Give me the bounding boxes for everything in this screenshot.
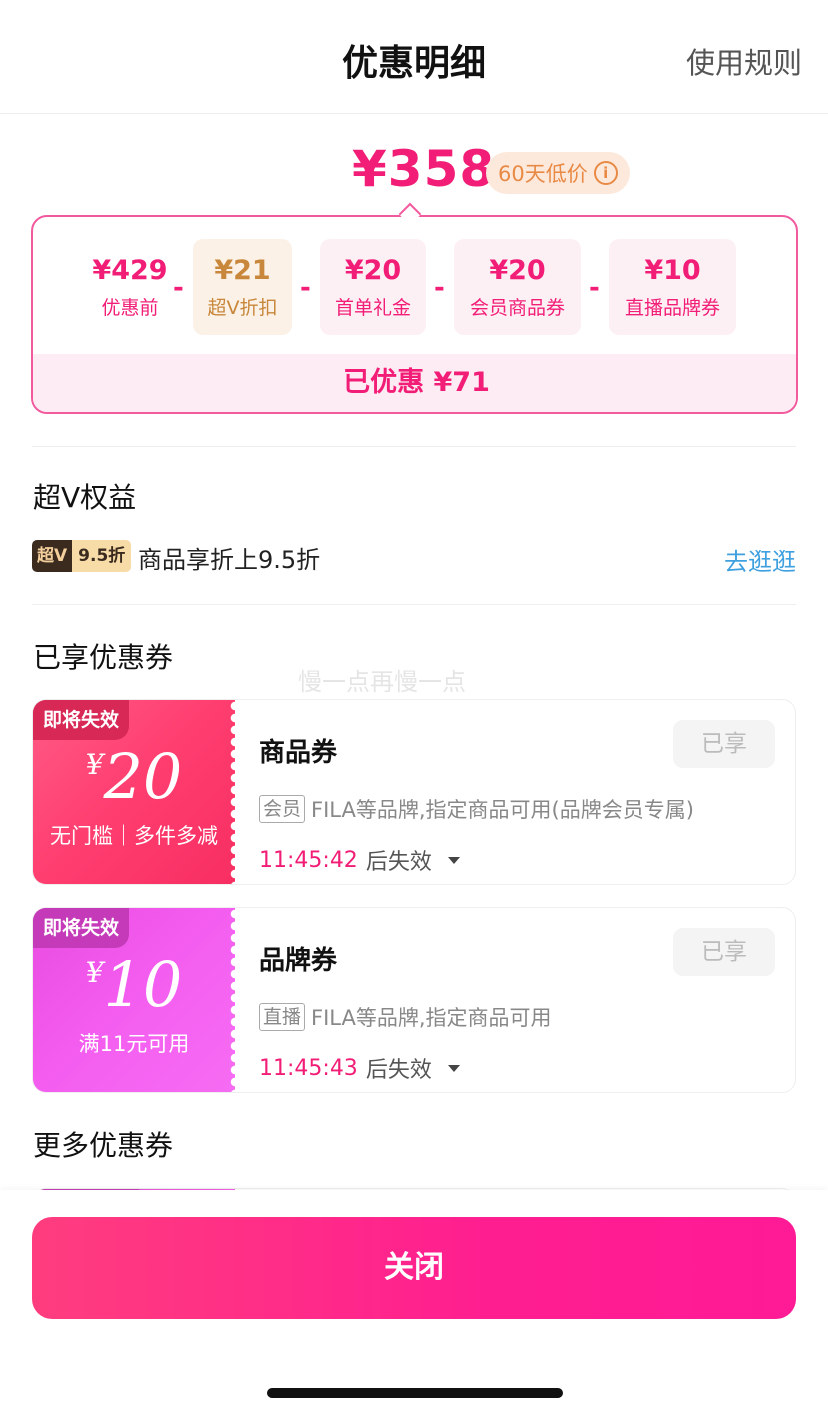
coupon-value: ¥20 <box>33 740 235 813</box>
coupon-condition: 无门槛｜多件多减 <box>50 824 218 848</box>
coupon-value-panel: 即将失效 ¥10 满11元可用 <box>33 908 235 1092</box>
breakdown-label: 超V折扣 <box>207 297 278 319</box>
watermark: 慢一点再慢一点 <box>298 668 466 696</box>
sheet-header: 优惠明细 使用规则 <box>0 0 828 114</box>
coupon-description: 直播 FILA等品牌,指定商品可用 <box>259 1002 552 1032</box>
breakdown-amount: ¥20 <box>489 255 546 286</box>
info-icon[interactable]: i <box>593 161 618 185</box>
browse-link[interactable]: 去逛逛 <box>724 542 796 577</box>
minus-sign: - <box>434 273 445 303</box>
breakdown-amount: ¥21 <box>214 255 271 286</box>
breakdown-label: 直播品牌券 <box>624 297 720 319</box>
coupon-status-button[interactable]: 已享 <box>673 720 775 768</box>
coupon-desc-tag: 会员 <box>259 795 306 823</box>
countdown-time: 11:45:43 <box>259 1055 358 1081</box>
breakdown-items: ¥429 优惠前 - ¥21 超V折扣 - ¥20 首单礼金 - ¥20 会员商… <box>33 239 796 337</box>
coupon-amount: 20 <box>103 740 183 813</box>
coupon-desc-text: FILA等品牌,指定商品可用 <box>311 1006 552 1030</box>
minus-sign: - <box>300 273 311 303</box>
final-price: ¥358 <box>352 140 496 198</box>
coupon-card[interactable]: 即将失效 ¥20 无门槛｜多件多减 商品券 已享 会员 FILA等品牌,指定商品… <box>32 699 796 885</box>
low-price-label: 60天低价 <box>498 162 588 186</box>
coupon-expiry[interactable]: 11:45:42 后失效 <box>259 844 460 876</box>
breakdown-item-first-order: ¥20 首单礼金 <box>320 239 426 335</box>
minus-sign: - <box>173 273 184 303</box>
superv-benefit-text: 商品享折上9.5折 <box>138 546 321 574</box>
superv-badge-left: 超V <box>32 540 73 572</box>
expiring-tag: 即将失效 <box>33 700 130 740</box>
breakdown-item-original: ¥429 优惠前 <box>85 239 175 335</box>
chevron-down-icon[interactable] <box>447 856 460 864</box>
chevron-down-icon[interactable] <box>447 1064 460 1072</box>
breakdown-label: 会员商品券 <box>469 297 565 319</box>
coupon-desc-tag: 直播 <box>259 1003 306 1031</box>
breakdown-amount: ¥20 <box>344 255 402 286</box>
superv-badge-right: 9.5折 <box>72 540 132 572</box>
coupon-status-button[interactable]: 已享 <box>673 928 775 976</box>
total-saved: 已优惠 ¥71 <box>33 354 796 412</box>
coupon-description: 会员 FILA等品牌,指定商品可用(品牌会员专属) <box>259 794 694 824</box>
enjoyed-coupons-title: 已享优惠券 <box>33 641 174 674</box>
low-price-badge[interactable]: 60天低价 i <box>486 152 630 194</box>
coupon-amount: 10 <box>103 948 183 1021</box>
breakdown-item-live-coupon: ¥10 直播品牌券 <box>609 239 736 335</box>
expiry-suffix: 后失效 <box>365 1058 432 1083</box>
breakdown-label: 首单礼金 <box>334 297 411 319</box>
minus-sign: - <box>589 273 600 303</box>
superv-section-title: 超V权益 <box>33 481 137 514</box>
coupon-name: 商品券 <box>259 738 338 768</box>
coupon-value-panel: 即将失效 ¥20 无门槛｜多件多减 <box>33 700 235 884</box>
discount-breakdown: ¥429 优惠前 - ¥21 超V折扣 - ¥20 首单礼金 - ¥20 会员商… <box>31 215 798 414</box>
expiry-suffix: 后失效 <box>365 850 432 875</box>
divider <box>32 604 796 605</box>
divider <box>32 446 796 447</box>
home-indicator[interactable] <box>267 1388 563 1398</box>
coupon-perforation <box>229 908 241 1092</box>
breakdown-label: 优惠前 <box>101 297 159 319</box>
superv-badge: 超V 9.5折 <box>32 540 132 572</box>
breakdown-amount: ¥429 <box>92 255 168 286</box>
coupon-desc-text: FILA等品牌,指定商品可用(品牌会员专属) <box>311 798 694 822</box>
close-button[interactable]: 关闭 <box>32 1217 796 1319</box>
currency-symbol: ¥ <box>85 748 104 781</box>
breakdown-item-superv: ¥21 超V折扣 <box>193 239 292 335</box>
coupon-card[interactable]: 即将失效 ¥10 满11元可用 品牌券 已享 直播 FILA等品牌,指定商品可用… <box>32 907 796 1093</box>
coupon-expiry[interactable]: 11:45:43 后失效 <box>259 1052 460 1084</box>
final-price-row: ¥358 60天低价 i <box>0 140 828 200</box>
currency-symbol: ¥ <box>85 956 104 989</box>
coupon-detail-sheet: 优惠明细 使用规则 ¥358 60天低价 i ¥429 优惠前 - ¥21 超V… <box>0 0 828 1416</box>
countdown-time: 11:45:42 <box>259 847 358 873</box>
footer-bar: 关闭 <box>0 1190 828 1416</box>
breakdown-item-member-coupon: ¥20 会员商品券 <box>454 239 581 335</box>
coupon-perforation <box>229 700 241 884</box>
coupon-value: ¥10 <box>33 948 235 1021</box>
coupon-name: 品牌券 <box>259 946 338 976</box>
more-coupons-title: 更多优惠券 <box>33 1129 174 1162</box>
usage-rules-link[interactable]: 使用规则 <box>686 40 802 82</box>
coupon-condition: 满11元可用 <box>78 1032 190 1056</box>
expiring-tag: 即将失效 <box>33 908 130 948</box>
breakdown-amount: ¥10 <box>644 255 701 286</box>
